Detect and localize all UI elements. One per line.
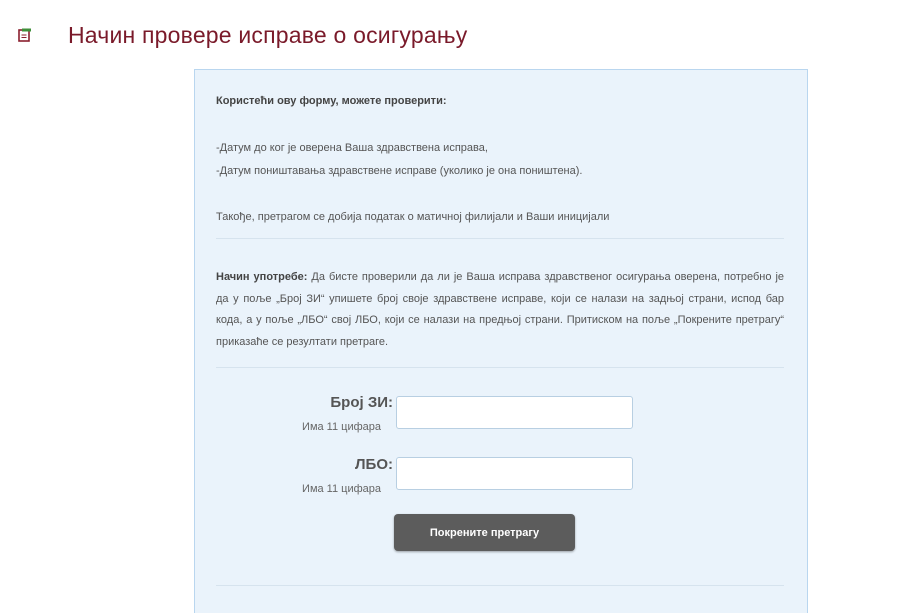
verification-form-panel: Користећи ову форму, можете проверити: -…: [194, 69, 808, 613]
lbo-input[interactable]: [396, 457, 633, 490]
page-title: Начин провере исправе о осигурању: [68, 21, 468, 48]
lbo-label: ЛБО:: [355, 456, 393, 473]
section-divider: [216, 238, 784, 239]
form-check-icon: [18, 28, 32, 42]
section-divider: [216, 585, 784, 586]
page: Начин провере исправе о осигурању Корист…: [0, 0, 900, 613]
intro-also-text: Такође, претрагом се добија податак о ма…: [216, 211, 610, 223]
section-divider: [216, 367, 784, 368]
zi-number-input[interactable]: [396, 396, 633, 429]
page-heading: Начин провере исправе о осигурању: [18, 18, 467, 52]
intro-heading: Користећи ову форму, можете проверити:: [216, 95, 447, 107]
usage-label: Начин употребе:: [216, 271, 308, 283]
lbo-hint: Има 11 цифара: [302, 483, 381, 495]
zi-label: Број ЗИ:: [330, 394, 393, 411]
zi-hint: Има 11 цифара: [302, 421, 381, 433]
intro-item-cancellation-date: -Датум поништавања здравствене исправе (…: [216, 165, 583, 177]
usage-instructions: Начин употребе: Да бисте проверили да ли…: [216, 267, 784, 353]
start-search-button[interactable]: Покрените претрагу: [394, 514, 575, 551]
intro-item-expiry-date: -Датум до ког је оверена Ваша здравствен…: [216, 142, 488, 154]
